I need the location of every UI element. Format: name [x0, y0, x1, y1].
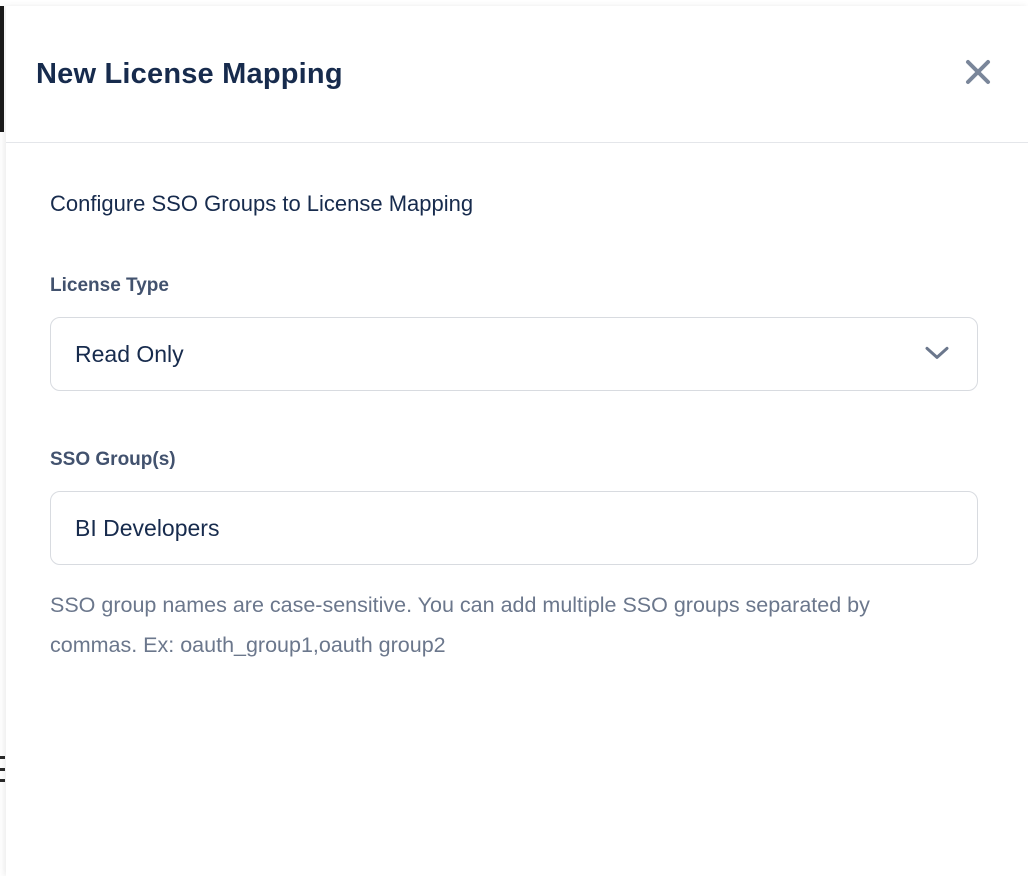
background-edge-strip: [0, 6, 4, 132]
new-license-mapping-modal: New License Mapping Configure SSO Groups…: [6, 6, 1028, 876]
chevron-down-icon: [925, 346, 949, 365]
close-button[interactable]: [962, 56, 994, 88]
page-title: New License Mapping: [36, 58, 343, 91]
sso-groups-helper-text: SSO group names are case-sensitive. You …: [50, 585, 900, 665]
x-icon: [965, 59, 991, 85]
modal-header: New License Mapping: [6, 6, 1028, 143]
background-list-icon: [0, 756, 5, 782]
sso-groups-label: SSO Group(s): [50, 449, 984, 471]
modal-description: Configure SSO Groups to License Mapping: [50, 191, 984, 217]
screen-background: New License Mapping Configure SSO Groups…: [0, 0, 1028, 876]
license-type-select[interactable]: Read Only: [50, 317, 978, 391]
license-type-selected-value: Read Only: [51, 341, 184, 368]
sso-groups-input[interactable]: [50, 491, 978, 565]
modal-body: Configure SSO Groups to License Mapping …: [6, 191, 1028, 665]
license-type-label: License Type: [50, 275, 984, 297]
